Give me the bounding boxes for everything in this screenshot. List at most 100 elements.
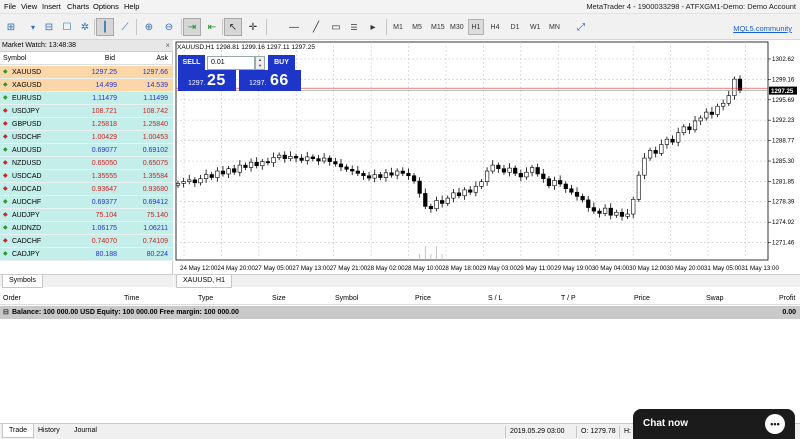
lot-spinner[interactable]: ▲ ▼: [255, 56, 265, 70]
y-tick-label: 1278.39: [772, 199, 795, 206]
menu-file[interactable]: File: [4, 2, 16, 11]
market-watch-row[interactable]: ◆ AUDNZD 1.06175 1.06211: [0, 222, 173, 235]
zoom-in-icon[interactable]: ⊕: [140, 18, 158, 36]
sell-price-big: 25: [207, 72, 226, 89]
menu-help[interactable]: Help: [124, 2, 139, 11]
chat-bubble-icon[interactable]: •••: [765, 414, 785, 434]
menu-view[interactable]: View: [21, 2, 37, 11]
new-chart-icon[interactable]: ⊞: [2, 18, 20, 36]
close-icon[interactable]: ×: [165, 41, 170, 51]
terminal-col-price[interactable]: Price: [634, 292, 650, 305]
mql5-link[interactable]: MQL5.community: [733, 24, 792, 33]
collapse-icon[interactable]: ⊟: [3, 306, 9, 319]
header-symbol[interactable]: Symbol: [3, 52, 26, 65]
ask-cell: 75.140: [146, 212, 168, 219]
zoom-out-icon[interactable]: ⊖: [160, 18, 178, 36]
tf-w1[interactable]: W1: [527, 19, 544, 35]
ask-cell: 80.224: [146, 251, 168, 258]
buy-price-box[interactable]: 1297. 66: [239, 70, 301, 91]
market-watch-row[interactable]: ◆ AUDCHF 0.69377 0.69412: [0, 196, 173, 209]
arrow-label-icon[interactable]: ▸: [364, 18, 382, 36]
bull-candle: [715, 105, 720, 115]
market-watch-icon[interactable]: ⊟: [40, 18, 58, 36]
market-watch-row[interactable]: ◆ NZDUSD 0.65050 0.65075: [0, 157, 173, 170]
data-window-icon[interactable]: ☐: [58, 18, 76, 36]
terminal-col-tp[interactable]: T / P: [561, 292, 576, 305]
price-up-icon: ◆: [3, 199, 8, 205]
tab-xauusd-h1[interactable]: XAUUSD, H1: [176, 275, 233, 288]
sell-price-box[interactable]: 1297. 25: [178, 70, 236, 91]
ask-cell: 1.11499: [143, 95, 168, 102]
bear-candle: [428, 206, 434, 210]
market-watch-row[interactable]: ◆ XAUUSD 1297.25 1297.66: [0, 66, 173, 79]
hline-icon[interactable]: —: [285, 18, 303, 36]
market-watch-row[interactable]: ◆ CADJPY 80.188 80.224: [0, 248, 173, 261]
tf-m5[interactable]: M5: [409, 19, 425, 35]
header-ask[interactable]: Ask: [156, 52, 168, 65]
bull-candle: [305, 156, 310, 161]
bear-candle: [513, 167, 518, 174]
bull-candle: [479, 181, 484, 187]
market-watch-row[interactable]: ◆ CADCHF 0.74070 0.74109: [0, 235, 173, 248]
menu-insert[interactable]: Insert: [42, 2, 61, 11]
market-watch-row[interactable]: ◆ AUDCAD 0.93647 0.93680: [0, 183, 173, 196]
sell-button[interactable]: SELL: [178, 55, 205, 70]
window-title: MetaTrader 4 - 1900033298 - ATFXGM1-Demo…: [586, 2, 796, 11]
tf-h1[interactable]: H1: [468, 19, 484, 35]
market-watch-row[interactable]: ◆ XAGUSD 14.499 14.539: [0, 79, 173, 92]
bull-candle: [681, 126, 686, 134]
tab-history[interactable]: History: [32, 424, 66, 438]
menu-charts[interactable]: Charts: [67, 2, 89, 11]
terminal-col-time[interactable]: Time: [124, 292, 139, 305]
bull-candle: [271, 157, 276, 164]
chat-widget[interactable]: Chat now •••: [633, 409, 795, 439]
price-up-icon: ◆: [3, 69, 8, 75]
menu-options[interactable]: Options: [93, 2, 119, 11]
terminal-col-order[interactable]: Order: [3, 292, 21, 305]
tab-symbols[interactable]: Symbols: [2, 275, 43, 288]
bar-chart-icon[interactable]: ┃: [96, 18, 114, 36]
navigator-icon[interactable]: ✲: [76, 18, 94, 36]
crosshair-icon[interactable]: ✛: [244, 18, 262, 36]
expand-icon[interactable]: ⤢: [572, 18, 590, 36]
tf-mn[interactable]: MN: [546, 19, 563, 35]
market-watch-row[interactable]: ◆ GBPUSD 1.25818 1.25840: [0, 118, 173, 131]
x-tick-label: 30 May 12:00: [629, 265, 667, 272]
terminal-col-size[interactable]: Size: [272, 292, 286, 305]
terminal-col-sl[interactable]: S / L: [488, 292, 502, 305]
market-watch-row[interactable]: ◆ USDCHF 1.00429 1.00453: [0, 131, 173, 144]
tf-d1[interactable]: D1: [507, 19, 523, 35]
ask-cell: 1.25840: [142, 121, 168, 128]
buy-button[interactable]: BUY: [268, 55, 295, 70]
terminal-col-swap[interactable]: Swap: [706, 292, 724, 305]
market-watch-row[interactable]: ◆ EURUSD 1.11479 1.11499: [0, 92, 173, 105]
tf-m1[interactable]: M1: [390, 19, 406, 35]
trendline-icon[interactable]: ╱: [307, 18, 325, 36]
market-watch-row[interactable]: ◆ USDJPY 108.721 108.742: [0, 105, 173, 118]
terminal-col-type[interactable]: Type: [198, 292, 213, 305]
status-high: H:: [619, 426, 631, 438]
cursor-icon[interactable]: ↖: [224, 18, 242, 36]
y-tick-label: 1288.77: [772, 138, 795, 145]
market-watch-row[interactable]: ◆ USDCAD 1.35555 1.35584: [0, 170, 173, 183]
terminal-col-profit[interactable]: Profit: [779, 292, 795, 305]
market-watch-row[interactable]: ◆ AUDJPY 75.104 75.140: [0, 209, 173, 222]
tab-trade[interactable]: Trade: [2, 424, 35, 438]
tf-m30[interactable]: M30: [447, 19, 467, 35]
line-chart-icon[interactable]: ⟋: [116, 18, 134, 36]
symbol-cell: USDCAD: [12, 173, 42, 180]
text-icon[interactable]: ▭: [327, 18, 345, 36]
chart-window[interactable]: 24 May 12:00 24 May 20:00 27 May 05:00 27 M…: [174, 40, 800, 274]
ask-cell: 0.93680: [142, 186, 168, 193]
terminal-col-symbol[interactable]: Symbol: [335, 292, 358, 305]
header-bid[interactable]: Bid: [105, 52, 115, 65]
tf-m15[interactable]: M15: [428, 19, 448, 35]
market-watch-row[interactable]: ◆ AUDUSD 0.69077 0.69102: [0, 144, 173, 157]
autoscroll-icon[interactable]: ⇥: [183, 18, 201, 36]
terminal-col-price[interactable]: Price: [415, 292, 431, 305]
tab-journal[interactable]: Journal: [68, 424, 103, 438]
lot-size-input[interactable]: 0.01: [207, 56, 255, 70]
tf-h4[interactable]: H4: [487, 19, 503, 35]
chart-shift-icon[interactable]: ⇤: [203, 18, 221, 36]
fibo-icon[interactable]: ☰: [345, 18, 363, 36]
